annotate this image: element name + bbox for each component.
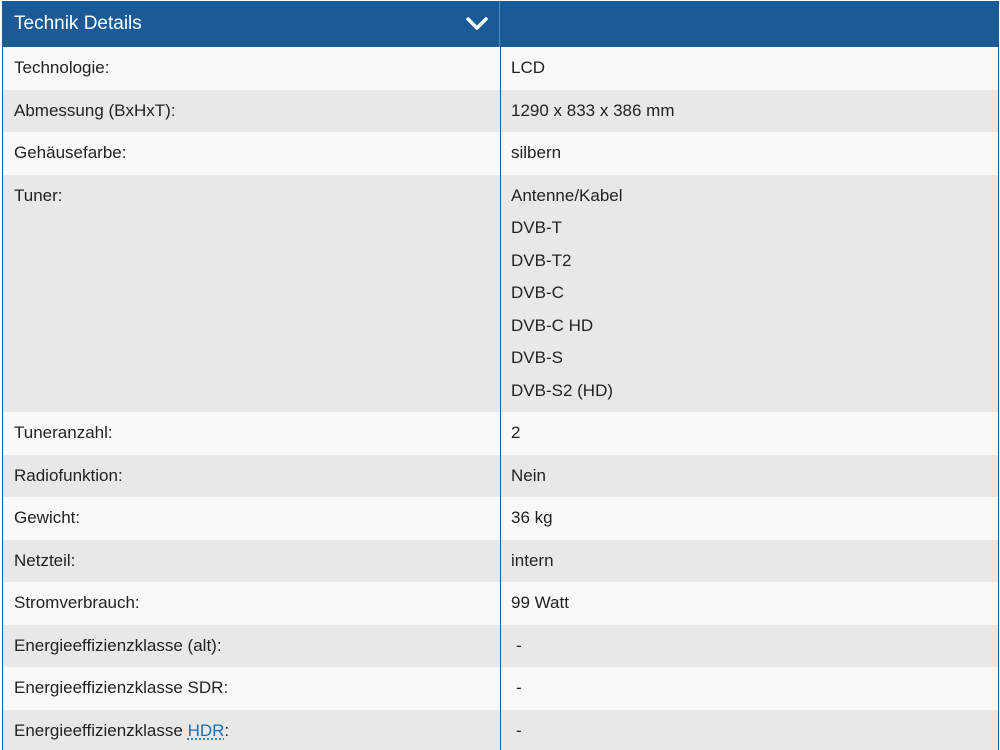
spec-value: Nein — [500, 455, 998, 498]
spec-value: - — [500, 710, 998, 750]
spec-value-line: DVB-C HD — [511, 315, 594, 335]
spec-value: - — [500, 625, 998, 668]
spec-value: LCD — [500, 47, 998, 90]
panel-header[interactable]: Technik Details — [3, 1, 998, 47]
chevron-down-icon[interactable] — [465, 16, 489, 32]
spec-label-suffix: : — [224, 720, 230, 740]
panel-title: Technik Details — [14, 13, 142, 34]
spec-label: Tuner: — [14, 185, 63, 205]
spec-value-line: intern — [511, 550, 554, 570]
spec-label: Netzteil: — [14, 550, 76, 570]
spec-label: Energieeffizienzklasse HDR: — [3, 710, 500, 750]
spec-value: silbern — [500, 132, 998, 175]
spec-label: Gehäusefarbe: — [14, 143, 127, 162]
spec-value: 2 — [500, 412, 998, 455]
spec-value: - — [500, 667, 998, 710]
spec-value: 36 kg — [500, 497, 998, 540]
spec-value-line: silbern — [511, 143, 562, 162]
spec-value-line: 99 Watt — [511, 593, 569, 612]
spec-label: Tuneranzahl: — [14, 423, 113, 442]
spec-value-line: DVB-S2 (HD) — [511, 380, 614, 400]
spec-value-line: DVB-S — [511, 348, 563, 367]
spec-value-line: DVB-T — [511, 218, 562, 237]
spec-value-line: Nein — [511, 465, 546, 485]
spec-value-line: - — [516, 635, 522, 655]
spec-value: intern — [500, 540, 998, 583]
technik-details-panel: Technik Details Technologie: LCD Abmessung… — [2, 1, 999, 750]
hdr-link[interactable]: HDR — [188, 721, 225, 740]
spec-label: Energieeffizienzklasse SDR: — [14, 678, 229, 697]
spec-value-line: DVB-C — [511, 283, 564, 302]
spec-label-text: Energieeffizienzklasse — [14, 720, 188, 740]
spec-value-line: 36 kg — [511, 508, 553, 527]
spec-value: Antenne/Kabel DVB-T DVB-T2 DVB-C DVB-C HD DVB… — [500, 175, 998, 413]
spec-label: Radiofunktion: — [14, 465, 123, 485]
spec-value-line: DVB-T2 — [511, 250, 572, 270]
column-divider — [500, 47, 501, 750]
spec-label: Technologie: — [14, 58, 110, 77]
panel-header-left: Technik Details — [3, 1, 500, 47]
spec-value: 1290 x 833 x 386 mm — [500, 90, 998, 133]
spec-value-line: 2 — [511, 423, 521, 442]
spec-value-line: 1290 x 833 x 386 mm — [511, 100, 675, 120]
panel-header-right — [500, 1, 998, 47]
spec-value-line: - — [516, 678, 522, 697]
spec-value: 99 Watt — [500, 582, 998, 625]
spec-value-line: Antenne/Kabel — [511, 185, 623, 205]
spec-label: Gewicht: — [14, 508, 81, 527]
spec-label: Stromverbrauch: — [14, 593, 140, 612]
spec-value-line: - — [516, 720, 522, 740]
spec-table: Technologie: LCD Abmessung (BxHxT): 1290 x … — [3, 47, 998, 750]
spec-label: Abmessung (BxHxT): — [14, 100, 176, 120]
spec-value-line: LCD — [511, 58, 546, 77]
spec-label: Energieeffizienzklasse (alt): — [14, 635, 222, 655]
